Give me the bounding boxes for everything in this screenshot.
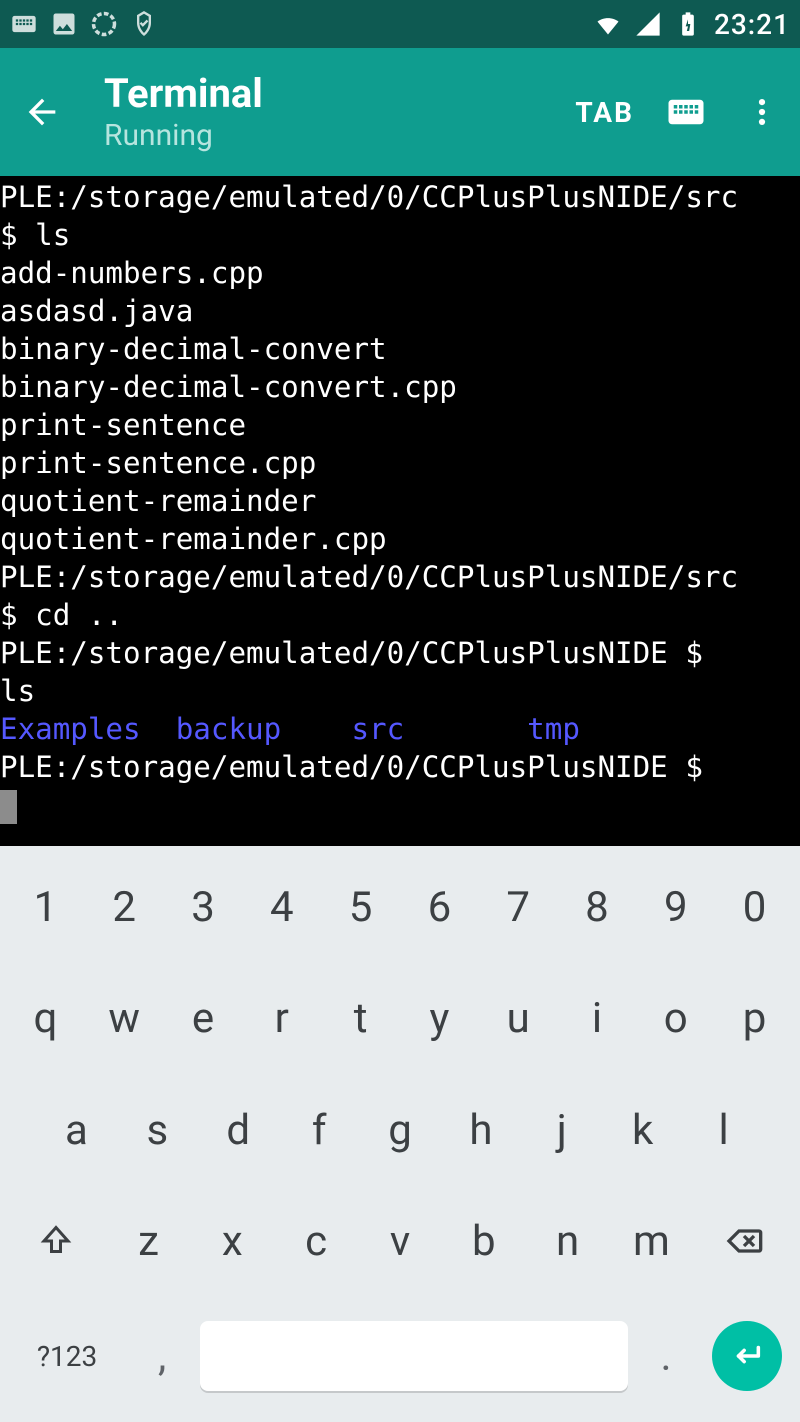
key-4[interactable]: 4: [242, 854, 321, 961]
terminal-line: PLE:/storage/emulated/0/CCPlusPlusNIDE/s…: [0, 560, 738, 594]
key-j[interactable]: j: [521, 1076, 602, 1183]
keyboard-row-qwerty: q w e r t y u i o p: [0, 963, 800, 1074]
key-x[interactable]: x: [190, 1188, 274, 1295]
key-0[interactable]: 0: [715, 854, 794, 961]
terminal-line: print-sentence.cpp: [0, 446, 316, 480]
key-enter[interactable]: [712, 1321, 782, 1391]
terminal-line: PLE:/storage/emulated/0/CCPlusPlusNIDE/s…: [0, 180, 738, 214]
key-w[interactable]: w: [85, 965, 164, 1072]
enter-icon: [730, 1339, 764, 1373]
terminal-line-dirs: Examples backup src tmp: [0, 712, 580, 746]
key-n[interactable]: n: [526, 1188, 610, 1295]
key-5[interactable]: 5: [321, 854, 400, 961]
key-c[interactable]: c: [274, 1188, 358, 1295]
key-2[interactable]: 2: [85, 854, 164, 961]
key-i[interactable]: i: [558, 965, 637, 1072]
keyboard-row-zxcv: z x c v b n m: [0, 1186, 800, 1297]
terminal-line: $ cd ..: [0, 598, 123, 632]
key-b[interactable]: b: [442, 1188, 526, 1295]
keyboard-row-asdf: a s d f g h j k l: [0, 1074, 800, 1185]
terminal-line: PLE:/storage/emulated/0/CCPlusPlusNIDE $: [0, 750, 720, 784]
terminal-line: print-sentence: [0, 408, 246, 442]
key-m[interactable]: m: [610, 1188, 694, 1295]
picture-icon: [50, 10, 78, 38]
key-3[interactable]: 3: [164, 854, 243, 961]
terminal-output[interactable]: PLE:/storage/emulated/0/CCPlusPlusNIDE/s…: [0, 176, 800, 846]
key-v[interactable]: v: [358, 1188, 442, 1295]
app-bar: Terminal Running TAB: [0, 48, 800, 176]
key-o[interactable]: o: [636, 965, 715, 1072]
back-arrow-icon: [22, 92, 62, 132]
key-t[interactable]: t: [321, 965, 400, 1072]
terminal-cursor: [0, 790, 17, 824]
on-screen-keyboard: 1 2 3 4 5 6 7 8 9 0 q w e r t y u i o p …: [0, 846, 800, 1422]
key-p[interactable]: p: [715, 965, 794, 1072]
key-8[interactable]: 8: [558, 854, 637, 961]
key-space[interactable]: [200, 1321, 628, 1391]
key-z[interactable]: z: [107, 1188, 191, 1295]
terminal-line: ls: [0, 674, 35, 708]
key-l[interactable]: l: [683, 1076, 764, 1183]
key-h[interactable]: h: [440, 1076, 521, 1183]
key-g[interactable]: g: [360, 1076, 441, 1183]
key-f[interactable]: f: [279, 1076, 360, 1183]
app-title: Terminal: [104, 72, 575, 116]
terminal-line: binary-decimal-convert.cpp: [0, 370, 457, 404]
terminal-line: binary-decimal-convert: [0, 332, 387, 366]
key-period[interactable]: .: [628, 1303, 704, 1410]
key-q[interactable]: q: [6, 965, 85, 1072]
shift-icon: [38, 1223, 74, 1259]
terminal-line: asdasd.java: [0, 294, 193, 328]
key-a[interactable]: a: [36, 1076, 117, 1183]
battery-charging-icon: [674, 10, 702, 38]
backspace-icon: [724, 1221, 764, 1261]
loading-indicator-icon: [90, 10, 118, 38]
key-k[interactable]: k: [602, 1076, 683, 1183]
terminal-line: add-numbers.cpp: [0, 256, 264, 290]
back-button[interactable]: [18, 88, 66, 136]
keyboard-icon: [665, 91, 707, 133]
clock: 23:21: [714, 8, 790, 41]
app-subtitle: Running: [104, 118, 575, 153]
key-e[interactable]: e: [164, 965, 243, 1072]
key-9[interactable]: 9: [636, 854, 715, 961]
more-vert-icon: [745, 95, 779, 129]
key-y[interactable]: y: [400, 965, 479, 1072]
key-d[interactable]: d: [198, 1076, 279, 1183]
terminal-line: quotient-remainder.cpp: [0, 522, 387, 556]
terminal-line: quotient-remainder: [0, 484, 316, 518]
terminal-line: $ ls: [0, 218, 70, 252]
android-status-bar: 23:21: [0, 0, 800, 48]
key-u[interactable]: u: [479, 965, 558, 1072]
key-symbols[interactable]: ?123: [10, 1303, 124, 1410]
key-s[interactable]: s: [117, 1076, 198, 1183]
key-comma[interactable]: ,: [124, 1303, 200, 1410]
key-r[interactable]: r: [242, 965, 321, 1072]
key-6[interactable]: 6: [400, 854, 479, 961]
keyboard-row-numbers: 1 2 3 4 5 6 7 8 9 0: [0, 852, 800, 963]
tab-key-button[interactable]: TAB: [575, 96, 634, 129]
keyboard-indicator-icon: [10, 10, 38, 38]
key-7[interactable]: 7: [479, 854, 558, 961]
key-shift[interactable]: [6, 1188, 107, 1295]
key-backspace[interactable]: [693, 1188, 794, 1295]
keyboard-row-bottom: ?123 , .: [0, 1297, 800, 1422]
overflow-menu-button[interactable]: [738, 88, 786, 136]
key-1[interactable]: 1: [6, 854, 85, 961]
cell-signal-icon: [634, 10, 662, 38]
download-done-icon: [130, 10, 158, 38]
wifi-icon: [594, 10, 622, 38]
toggle-keyboard-button[interactable]: [662, 88, 710, 136]
terminal-line: PLE:/storage/emulated/0/CCPlusPlusNIDE $: [0, 636, 720, 670]
